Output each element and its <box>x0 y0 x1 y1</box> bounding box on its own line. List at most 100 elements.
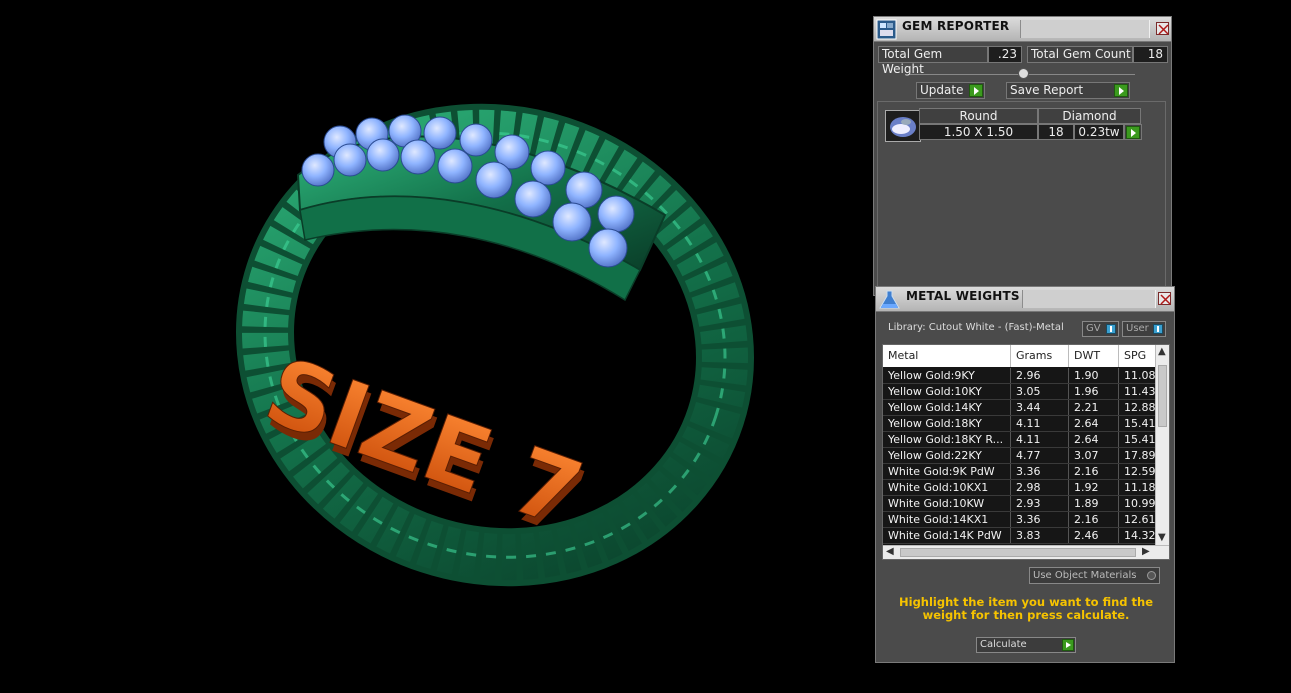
cell-metal: Yellow Gold:18KY <box>883 416 1011 431</box>
cell-grams: 3.36 <box>1011 512 1069 527</box>
gem-reporter-title: GEM REPORTER <box>902 19 1010 33</box>
user-toggle[interactable]: User <box>1122 321 1166 337</box>
ring-model-render: SIZE 7 SIZE 7 <box>236 103 754 587</box>
diamond-round-icon <box>885 110 921 142</box>
expand-toggle-icon[interactable] <box>1018 68 1029 79</box>
info-icon <box>1153 324 1163 334</box>
scroll-thumb[interactable] <box>1158 365 1167 427</box>
table-row[interactable]: Yellow Gold:18KY R... 4.11 2.64 15.41 <box>883 432 1159 448</box>
table-row[interactable]: White Gold:10KX1 2.98 1.92 11.18 <box>883 480 1159 496</box>
cell-spg: 12.59 <box>1119 464 1159 479</box>
cell-spg: 11.18 <box>1119 480 1159 495</box>
table-row[interactable]: White Gold:14KX1 3.36 2.16 12.61 <box>883 512 1159 528</box>
cell-spg: 17.89 <box>1119 448 1159 463</box>
cell-metal: White Gold:10KX1 <box>883 480 1011 495</box>
table-row[interactable]: Yellow Gold:9KY 2.96 1.90 11.08 <box>883 368 1159 384</box>
instruction-text: Highlight the item you want to find the … <box>899 595 1153 622</box>
3d-viewport[interactable]: SIZE 7 SIZE 7 <box>0 0 870 693</box>
vertical-scrollbar[interactable]: ▲ ▼ <box>1155 345 1169 545</box>
column-header-metal[interactable]: Metal <box>883 345 1011 367</box>
column-header-grams[interactable]: Grams <box>1011 345 1069 367</box>
gem-size: 1.50 X 1.50 <box>919 124 1038 140</box>
table-row[interactable]: Yellow Gold:14KY 3.44 2.21 12.88 <box>883 400 1159 416</box>
cell-grams: 2.93 <box>1011 496 1069 511</box>
cell-metal: White Gold:9K PdW <box>883 464 1011 479</box>
gem-count: 18 <box>1038 124 1074 140</box>
metal-weights-drag-handle[interactable] <box>1022 290 1156 308</box>
cell-metal: Yellow Gold:22KY <box>883 448 1011 463</box>
total-gem-count-label: Total Gem Count <box>1027 46 1133 63</box>
cell-dwt: 2.21 <box>1069 400 1119 415</box>
column-header-spg[interactable]: SPG <box>1119 345 1159 367</box>
metal-weights-table[interactable]: Metal Grams DWT SPG Yellow Gold:9KY 2.96 1… <box>882 344 1170 560</box>
cell-grams: 2.98 <box>1011 480 1069 495</box>
metal-weights-title: METAL WEIGHTS <box>906 289 1020 303</box>
metal-weights-titlebar[interactable]: METAL WEIGHTS <box>876 287 1174 312</box>
cell-spg: 12.88 <box>1119 400 1159 415</box>
cell-spg: 12.61 <box>1119 512 1159 527</box>
metal-weights-panel: METAL WEIGHTS Library: Cutout White - (F… <box>875 286 1175 663</box>
column-header-dwt[interactable]: DWT <box>1069 345 1119 367</box>
cell-dwt: 1.90 <box>1069 368 1119 383</box>
radio-icon <box>1147 571 1156 580</box>
metal-weights-close-icon[interactable] <box>1158 292 1171 305</box>
table-row[interactable]: White Gold:14K PdW 3.83 2.46 14.32 <box>883 528 1159 544</box>
cell-spg: 14.32 <box>1119 528 1159 543</box>
gem-reporter-logo-icon <box>876 19 897 40</box>
gem-reporter-titlebar[interactable]: GEM REPORTER <box>874 17 1171 42</box>
cell-grams: 4.11 <box>1011 416 1069 431</box>
flask-icon <box>878 289 900 310</box>
play-icon <box>1126 126 1140 139</box>
table-row[interactable]: Yellow Gold:22KY 4.77 3.07 17.89 <box>883 448 1159 464</box>
cell-metal: Yellow Gold:9KY <box>883 368 1011 383</box>
cell-metal: White Gold:14KX1 <box>883 512 1011 527</box>
cell-metal: Yellow Gold:18KY R... <box>883 432 1011 447</box>
cell-metal: Yellow Gold:10KY <box>883 384 1011 399</box>
cell-grams: 3.83 <box>1011 528 1069 543</box>
cell-grams: 4.77 <box>1011 448 1069 463</box>
calculate-button[interactable]: Calculate <box>976 637 1076 653</box>
cell-metal: White Gold:10KW <box>883 496 1011 511</box>
cell-metal: Yellow Gold:14KY <box>883 400 1011 415</box>
cell-metal: White Gold:14K PdW <box>883 528 1011 543</box>
gem-list: Round Diamond 1.50 X 1.50 18 0.23tw <box>877 101 1166 297</box>
scroll-down-icon[interactable]: ▼ <box>1158 532 1166 544</box>
cell-dwt: 1.89 <box>1069 496 1119 511</box>
cell-spg: 15.41 <box>1119 432 1159 447</box>
gem-material: Diamond <box>1038 108 1141 124</box>
gem-details-button[interactable] <box>1124 124 1142 140</box>
cell-spg: 10.99 <box>1119 496 1159 511</box>
cell-dwt: 3.07 <box>1069 448 1119 463</box>
horizontal-scrollbar[interactable]: ◀ ▶ <box>883 545 1169 559</box>
scroll-thumb[interactable] <box>900 548 1136 557</box>
gem-shape: Round <box>919 108 1038 124</box>
cell-grams: 2.96 <box>1011 368 1069 383</box>
scroll-up-icon[interactable]: ▲ <box>1158 346 1166 358</box>
table-row[interactable]: Yellow Gold:10KY 3.05 1.96 11.43 <box>883 384 1159 400</box>
cell-dwt: 1.92 <box>1069 480 1119 495</box>
play-icon <box>1062 639 1074 651</box>
table-row[interactable]: White Gold:9K PdW 3.36 2.16 12.59 <box>883 464 1159 480</box>
total-gem-weight-label: Total Gem Weight <box>878 46 988 76</box>
play-icon <box>969 84 983 97</box>
use-object-materials-toggle[interactable]: Use Object Materials <box>1029 567 1160 584</box>
info-icon <box>1106 324 1116 334</box>
update-button[interactable]: Update <box>916 82 985 99</box>
table-header: Metal Grams DWT SPG <box>883 345 1159 367</box>
cell-dwt: 2.46 <box>1069 528 1119 543</box>
cell-spg: 15.41 <box>1119 416 1159 431</box>
save-report-button[interactable]: Save Report <box>1006 82 1130 99</box>
cell-dwt: 1.96 <box>1069 384 1119 399</box>
cell-dwt: 2.16 <box>1069 512 1119 527</box>
play-icon <box>1114 84 1128 97</box>
gv-toggle[interactable]: GV <box>1082 321 1119 337</box>
gem-reporter-drag-handle[interactable] <box>1020 20 1150 38</box>
cell-grams: 3.36 <box>1011 464 1069 479</box>
cell-dwt: 2.64 <box>1069 416 1119 431</box>
table-row[interactable]: Yellow Gold:18KY 4.11 2.64 15.41 <box>883 416 1159 432</box>
scroll-left-icon[interactable]: ◀ <box>886 546 894 558</box>
cell-spg: 11.08 <box>1119 368 1159 383</box>
scroll-right-icon[interactable]: ▶ <box>1142 546 1150 558</box>
table-row[interactable]: White Gold:10KW 2.93 1.89 10.99 <box>883 496 1159 512</box>
gem-reporter-close-icon[interactable] <box>1156 22 1169 35</box>
